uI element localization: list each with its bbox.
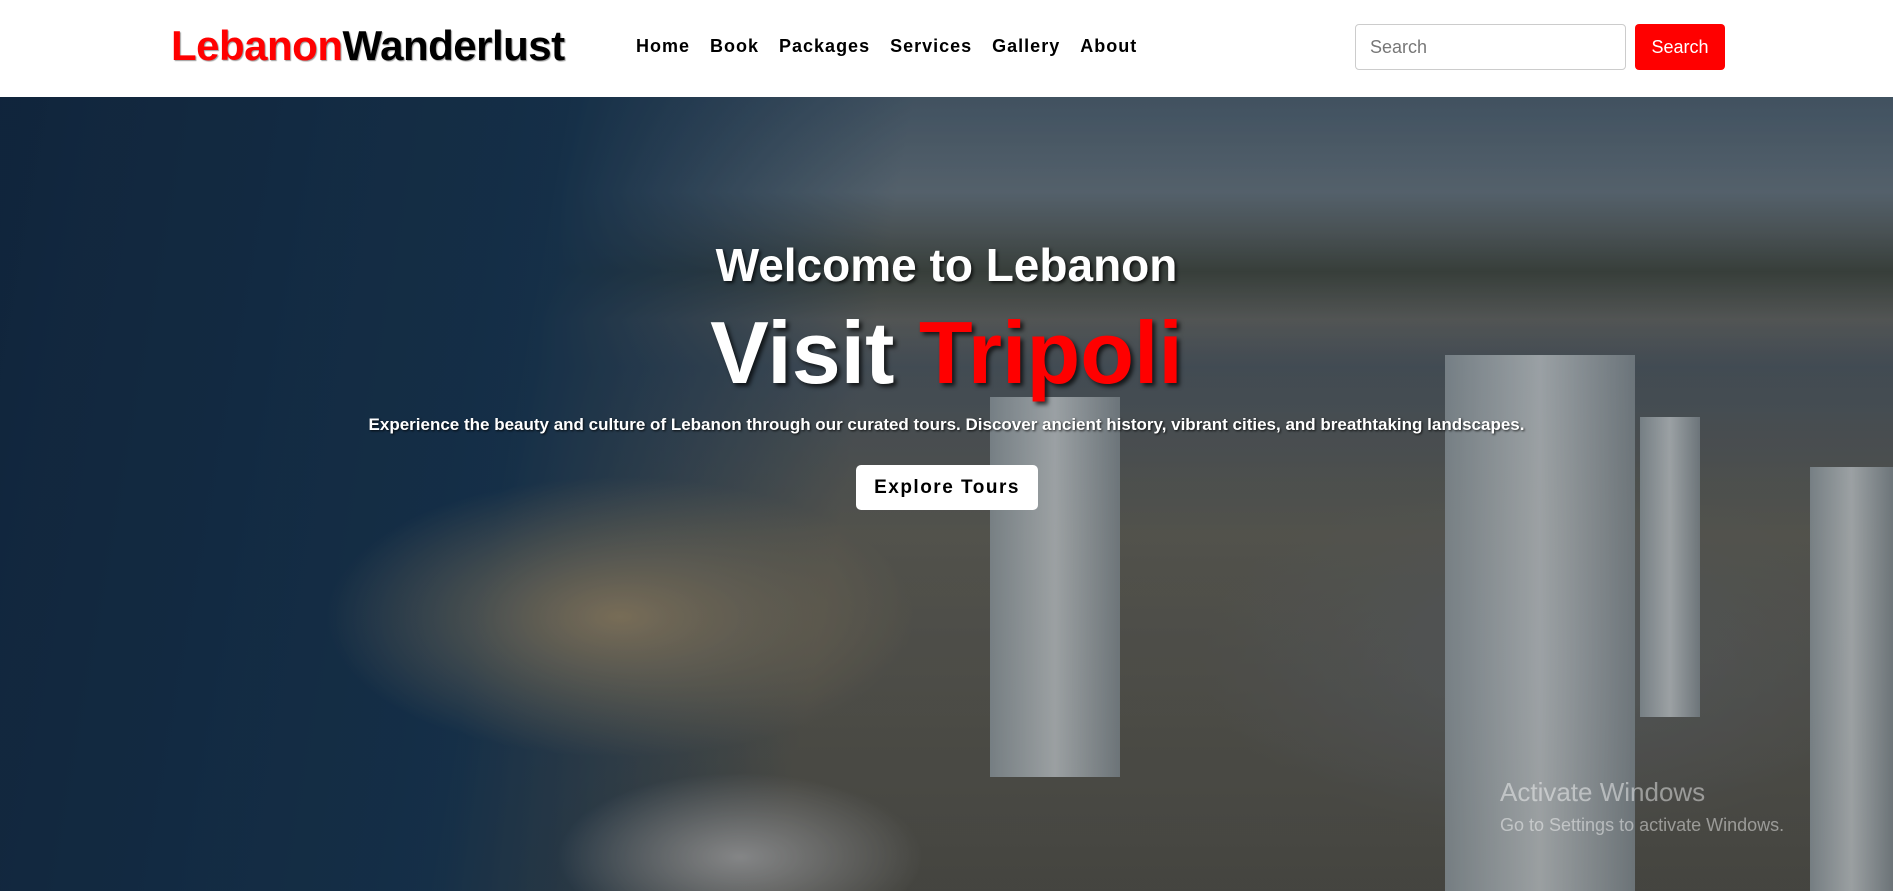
hero-welcome: Welcome to Lebanon	[715, 239, 1178, 291]
hero-description: Experience the beauty and culture of Leb…	[368, 415, 1525, 434]
nav-gallery[interactable]: Gallery	[992, 36, 1060, 57]
nav-about[interactable]: About	[1080, 36, 1137, 57]
nav-services[interactable]: Services	[890, 36, 972, 57]
nav-book[interactable]: Book	[710, 36, 759, 57]
hero-title-visit: Visit	[710, 303, 895, 402]
activate-windows-subtitle: Go to Settings to activate Windows.	[1500, 815, 1785, 835]
activate-windows-title: Activate Windows	[1500, 777, 1706, 807]
hero-section: Welcome to Lebanon Visit Tripoli Experie…	[0, 97, 1893, 891]
search-button[interactable]: Search	[1635, 24, 1725, 70]
hero-title: Visit Tripoli	[0, 302, 1893, 404]
explore-tours-button[interactable]: Explore Tours	[856, 465, 1038, 510]
search-input[interactable]	[1355, 24, 1626, 70]
nav-home[interactable]: Home	[636, 36, 690, 57]
navbar: LebanonWanderlust Home Book Packages Ser…	[0, 0, 1893, 97]
brand-logo[interactable]: LebanonWanderlust	[171, 22, 565, 70]
brand-part-1: Lebanon	[171, 22, 343, 69]
nav-packages[interactable]: Packages	[779, 36, 870, 57]
main-nav: Home Book Packages Services Gallery Abou…	[636, 36, 1137, 57]
brand-part-2: Wanderlust	[342, 22, 566, 69]
hero-title-city: Tripoli	[918, 303, 1183, 402]
